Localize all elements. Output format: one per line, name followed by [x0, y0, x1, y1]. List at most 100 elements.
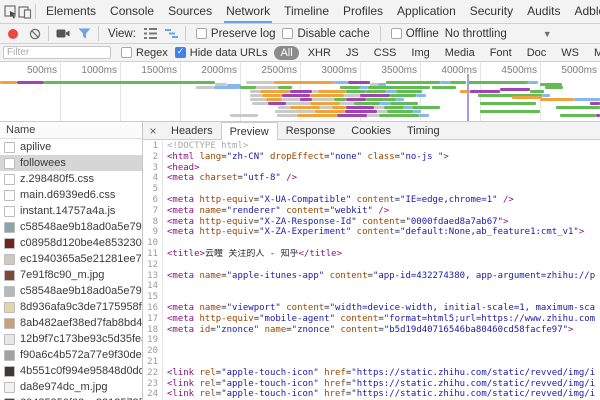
- request-row-ec1940365a5e21281ee71856[interactable]: ec1940365a5e21281ee71856…: [0, 251, 142, 267]
- request-row-apilive[interactable]: apilive: [0, 139, 142, 155]
- request-row-f90a6c4b572a77e9f30de153[interactable]: f90a6c4b572a77e9f30de153…: [0, 347, 142, 363]
- request-row-followees[interactable]: followees: [0, 155, 142, 171]
- request-name: 12b9f7c173be93c5d35fea2d…: [20, 333, 142, 345]
- detail-tab-timing[interactable]: Timing: [399, 122, 448, 140]
- tab-console[interactable]: Console: [104, 0, 160, 23]
- tab-profiles[interactable]: Profiles: [337, 0, 389, 23]
- source-text: <title>云瞳 关注的人 - 知乎</title>: [163, 249, 342, 260]
- preserve-log-label[interactable]: Preserve log: [211, 28, 276, 40]
- regex-label[interactable]: Regex: [136, 47, 168, 59]
- detail-tab-cookies[interactable]: Cookies: [343, 122, 399, 140]
- filter-type-js[interactable]: JS: [340, 46, 365, 60]
- line-number: 7: [143, 206, 163, 217]
- request-row-da8e974dc-m-jpg[interactable]: da8e974dc_m.jpg: [0, 379, 142, 395]
- large-rows-view-icon[interactable]: [144, 28, 157, 39]
- waterfall-bar: [377, 110, 387, 113]
- waterfall-bar: [367, 114, 379, 117]
- filter-type-all[interactable]: All: [274, 46, 298, 60]
- waterfall-bar: [413, 110, 421, 113]
- waterfall-bar: [315, 110, 345, 113]
- clear-icon[interactable]: [29, 28, 41, 40]
- line-number: 10: [143, 238, 163, 249]
- line-number: 9: [143, 227, 163, 238]
- disable-cache-label[interactable]: Disable cache: [297, 28, 369, 40]
- tab-network[interactable]: Network: [220, 0, 276, 23]
- line-number: 18: [143, 325, 163, 336]
- tab-sources[interactable]: Sources: [162, 0, 218, 23]
- offline-label[interactable]: Offline: [406, 28, 439, 40]
- filmstrip-capture-icon[interactable]: [56, 28, 70, 39]
- waterfall-bar: [416, 94, 426, 97]
- waterfall-bar: [560, 114, 596, 117]
- waterfall-bar: [290, 106, 320, 109]
- overview-waterfall-icon[interactable]: [165, 28, 178, 39]
- disable-cache-checkbox[interactable]: [282, 28, 293, 39]
- main-tab-bar: ElementsConsoleSourcesNetworkTimelinePro…: [0, 0, 600, 24]
- throttling-caret-icon[interactable]: ▼: [543, 29, 552, 39]
- tab-adblock-plus[interactable]: Adblock Plus: [568, 0, 600, 23]
- request-row-c08958d120be4e853230649[interactable]: c08958d120be4e853230649…: [0, 235, 142, 251]
- waterfall-bar: [252, 102, 268, 105]
- request-row-main-d6939ed6-css[interactable]: main.d6939ed6.css: [0, 187, 142, 203]
- preview-source-view[interactable]: 1<!DOCTYPE html>2<html lang="zh-CN" drop…: [143, 140, 600, 400]
- source-text: <meta http-equiv="mobile-agent" content=…: [163, 314, 595, 325]
- waterfall-bar: [468, 81, 528, 84]
- code-line: 13<meta name="apple-itunes-app" content=…: [143, 271, 600, 282]
- request-row-7e91f8c90-m-jpg[interactable]: 7e91f8c90_m.jpg: [0, 267, 142, 283]
- tab-application[interactable]: Application: [391, 0, 462, 23]
- line-number: 15: [143, 292, 163, 303]
- request-row-instant-14757a4a-js[interactable]: instant.14757a4a.js: [0, 203, 142, 219]
- filter-input[interactable]: [3, 46, 111, 59]
- request-name: c08958d120be4e853230649…: [20, 237, 142, 249]
- name-column-header[interactable]: Name: [0, 122, 142, 139]
- request-row-8ab482aef38ed7fab8bd4314[interactable]: 8ab482aef38ed7fab8bd4314…: [0, 315, 142, 331]
- source-text: [163, 184, 167, 195]
- filter-type-font[interactable]: Font: [484, 46, 518, 60]
- code-line: 22<link rel="apple-touch-icon" href="htt…: [143, 368, 600, 379]
- device-toolbar-icon[interactable]: [18, 1, 32, 23]
- filter-type-ws[interactable]: WS: [555, 46, 585, 60]
- tab-timeline[interactable]: Timeline: [278, 0, 335, 23]
- request-row-c58548ae9b18ad0a5e79fe4e[interactable]: c58548ae9b18ad0a5e79fe4e…: [0, 283, 142, 299]
- tab-elements[interactable]: Elements: [40, 0, 102, 23]
- record-button[interactable]: [8, 29, 18, 39]
- hide-data-urls-label[interactable]: Hide data URLs: [190, 47, 268, 59]
- network-overview[interactable]: 500ms1000ms1500ms2000ms2500ms3000ms3500m…: [0, 62, 600, 122]
- request-row-4b551c0f994e95848d0dda09[interactable]: 4b551c0f994e95848d0dda09…: [0, 363, 142, 379]
- code-line: 6<meta http-equiv="X-UA-Compatible" cont…: [143, 195, 600, 206]
- inspect-element-icon[interactable]: [4, 1, 18, 23]
- waterfall-bar: [345, 110, 377, 113]
- waterfall-bar: [278, 106, 290, 109]
- request-row-c58548ae9b18ad0a5e79fe4e[interactable]: c58548ae9b18ad0a5e79fe4e…: [0, 219, 142, 235]
- filter-type-img[interactable]: Img: [405, 46, 435, 60]
- preserve-log-checkbox[interactable]: [196, 28, 207, 39]
- request-name: apilive: [20, 141, 51, 153]
- detail-tab-preview[interactable]: Preview: [221, 122, 278, 140]
- waterfall-bar: [310, 94, 344, 97]
- request-row-8d936afa9c3de7175958fae5[interactable]: 8d936afa9c3de7175958fae5…: [0, 299, 142, 315]
- waterfall-bar: [368, 86, 430, 89]
- filter-icon[interactable]: [78, 28, 91, 39]
- detail-tab-headers[interactable]: Headers: [163, 122, 221, 140]
- filter-type-manifest[interactable]: Manifest: [588, 46, 600, 60]
- ruler-tick-label: 4000ms: [441, 65, 480, 76]
- line-number: 1: [143, 141, 163, 152]
- filter-type-doc[interactable]: Doc: [521, 46, 553, 60]
- resource-doc-icon: [4, 174, 15, 185]
- filter-type-css[interactable]: CSS: [368, 46, 403, 60]
- filter-type-media[interactable]: Media: [439, 46, 481, 60]
- regex-checkbox[interactable]: [121, 47, 132, 58]
- waterfall-bar: [386, 90, 396, 93]
- throttling-select[interactable]: No throttling: [445, 28, 507, 40]
- code-line: 4<meta charset="utf-8" />: [143, 173, 600, 184]
- request-row-z-298480f5-css[interactable]: z.298480f5.css: [0, 171, 142, 187]
- offline-checkbox[interactable]: [391, 28, 402, 39]
- detail-tab-response[interactable]: Response: [278, 122, 344, 140]
- hide-data-urls-checkbox[interactable]: [175, 47, 186, 58]
- filter-type-xhr[interactable]: XHR: [302, 46, 337, 60]
- close-icon[interactable]: ×: [143, 124, 163, 138]
- request-row-12b9f7c173be93c5d35fea2d[interactable]: 12b9f7c173be93c5d35fea2d…: [0, 331, 142, 347]
- request-row-60485950f08ec8313573f0e7[interactable]: 60485950f08ec8313573f0e7…: [0, 395, 142, 400]
- tab-audits[interactable]: Audits: [521, 0, 566, 23]
- tab-security[interactable]: Security: [464, 0, 519, 23]
